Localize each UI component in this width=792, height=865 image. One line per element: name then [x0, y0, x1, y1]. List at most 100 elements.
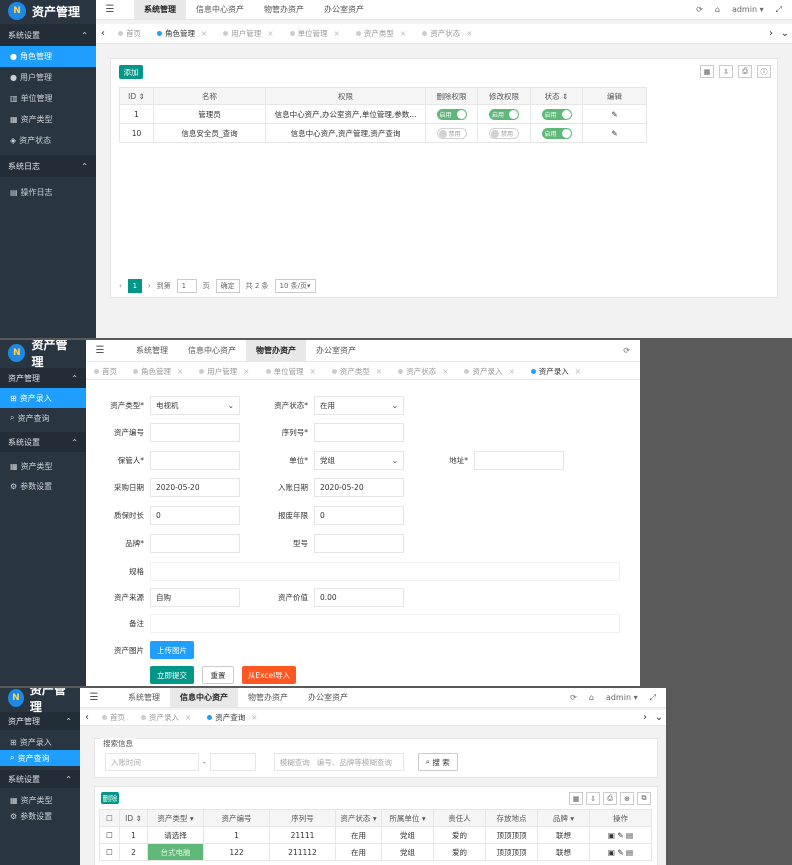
modify-permission-toggle[interactable]: 禁用 — [489, 127, 519, 139]
close-icon[interactable]: × — [267, 29, 273, 38]
sidebar-item-asset-entry[interactable]: ⊞ 资产录入 — [0, 734, 80, 750]
columns-icon[interactable]: ▦ — [700, 65, 714, 78]
asset-type-cell[interactable]: 请选择 — [147, 826, 204, 844]
chevron-left-icon[interactable]: ‹ — [80, 712, 94, 723]
close-icon[interactable]: × — [442, 367, 448, 376]
page-tab-unit[interactable]: 单位管理 × — [258, 366, 324, 377]
sidebar-group-system-settings[interactable]: 系统设置 ⌃ — [0, 432, 86, 452]
chevron-down-icon[interactable]: ⌄ — [652, 712, 666, 723]
home-icon[interactable]: ⌂ — [589, 693, 594, 702]
brand-input[interactable] — [150, 534, 240, 553]
chevron-down-icon[interactable]: ⌄ — [778, 28, 792, 39]
row-checkbox[interactable]: ☐ — [99, 826, 120, 844]
header-tab-system[interactable]: 系统管理 — [134, 0, 186, 19]
user-menu[interactable]: admin ▾ — [732, 5, 764, 14]
page-size-select[interactable]: 10 条/页 ▾ — [274, 279, 316, 293]
excel-import-button[interactable]: 从Excel导入 — [242, 666, 296, 684]
header-tab-info-center[interactable]: 信息中心资产 — [186, 0, 254, 19]
pencil-icon[interactable]: ✎ — [582, 104, 647, 124]
close-icon[interactable]: × — [201, 29, 207, 38]
asset-type-cell[interactable]: 台式电脑 — [147, 843, 204, 861]
header-tab-property[interactable]: 物管办资产 — [254, 0, 314, 19]
upload-image-button[interactable]: 上传图片 — [150, 641, 194, 659]
export-icon[interactable]: ⇩ — [719, 65, 733, 78]
sidebar-item-asset-status[interactable]: ◈ 资产状态 — [0, 130, 96, 151]
page-number[interactable]: 1 — [127, 279, 142, 293]
status-toggle[interactable]: 启用 — [541, 108, 572, 120]
sidebar-item-asset-query[interactable]: ⌕ 资产查询 — [0, 408, 86, 428]
close-icon[interactable]: × — [310, 367, 316, 376]
export-icon[interactable]: ⇩ — [586, 792, 600, 805]
sidebar-item-asset-type[interactable]: ▦ 资产类型 — [0, 456, 86, 476]
page-tab-asset-type[interactable]: 资产类型 × — [348, 28, 414, 39]
chevron-right-icon[interactable]: › — [764, 28, 778, 39]
page-tab-user[interactable]: 用户管理 × — [215, 28, 281, 39]
sidebar-item-asset-type[interactable]: ▦ 资产类型 — [0, 109, 96, 130]
page-tab-asset-type[interactable]: 资产类型 × — [324, 366, 390, 377]
info-icon[interactable]: ⓘ — [757, 65, 771, 78]
col-brand[interactable]: 品牌 ▾ — [537, 809, 590, 827]
remark-input[interactable] — [150, 614, 620, 633]
page-tab-asset-entry[interactable]: 资产录入 × — [133, 712, 199, 723]
search-button[interactable]: ⌕ 搜 索 — [417, 753, 458, 771]
refresh-icon[interactable]: ⟳ — [696, 5, 703, 14]
page-tab-user[interactable]: 用户管理 × — [191, 366, 257, 377]
asset-type-select[interactable]: 电视机 ⌄ — [150, 396, 240, 415]
close-icon[interactable]: × — [243, 367, 249, 376]
reset-button[interactable]: 重置 — [202, 666, 234, 684]
confirm-page-button[interactable]: 确定 — [215, 279, 240, 293]
modify-permission-toggle[interactable]: 启用 — [489, 108, 519, 120]
pencil-icon[interactable]: ✎ — [617, 831, 623, 840]
hamburger-icon[interactable]: ☰ — [80, 692, 108, 703]
delete-button[interactable]: 删除 — [101, 792, 119, 804]
page-input[interactable]: 1 — [176, 279, 197, 293]
sidebar-item-role-management[interactable]: ● 角色管理 — [0, 46, 96, 67]
print-icon[interactable]: ⎙ — [738, 65, 752, 78]
columns-icon[interactable]: ▦ — [569, 792, 583, 805]
header-tab-property[interactable]: 物管办资产 — [246, 340, 306, 361]
page-tab-unit[interactable]: 单位管理 × — [282, 28, 348, 39]
col-asset-type[interactable]: 资产类型 ▾ — [147, 809, 204, 827]
close-icon[interactable]: × — [251, 713, 257, 722]
keeper-input[interactable] — [150, 451, 240, 470]
header-tab-property[interactable]: 物管办资产 — [238, 688, 298, 707]
col-status[interactable]: 状态 ⇕ — [530, 87, 583, 105]
col-id[interactable]: ID ⇕ — [119, 87, 154, 105]
next-page-icon[interactable]: › — [148, 282, 151, 290]
status-toggle[interactable]: 启用 — [541, 127, 572, 139]
image-icon[interactable]: ▣ — [608, 848, 615, 857]
close-icon[interactable]: × — [400, 29, 406, 38]
header-tab-office[interactable]: 办公室资产 — [306, 340, 366, 361]
page-tab-home[interactable]: 首页 — [94, 712, 133, 723]
sidebar-item-params[interactable]: ⚙ 参数设置 — [0, 808, 80, 824]
page-tab-asset-status[interactable]: 资产状态 × — [414, 28, 480, 39]
page-tab-home[interactable]: 首页 — [86, 366, 125, 377]
page-tab-asset-status[interactable]: 资产状态 × — [390, 366, 456, 377]
row-checkbox[interactable]: ☐ — [99, 843, 120, 861]
add-button[interactable]: 添加 — [119, 65, 143, 79]
hamburger-icon[interactable]: ☰ — [96, 4, 124, 15]
header-tab-info-center[interactable]: 信息中心资产 — [178, 340, 246, 361]
print-icon[interactable]: ⎙ — [603, 792, 617, 805]
delete-permission-toggle[interactable]: 启用 — [436, 108, 467, 120]
page-tab-role[interactable]: 角色管理 × — [149, 28, 215, 39]
prev-page-icon[interactable]: ‹ — [119, 282, 122, 290]
address-input[interactable] — [474, 451, 564, 470]
refresh-icon[interactable]: ⟳ — [623, 346, 630, 355]
close-icon[interactable]: × — [177, 367, 183, 376]
sidebar-item-asset-entry[interactable]: ⊞ 资产录入 — [0, 388, 86, 408]
sidebar-item-asset-query[interactable]: ⌕ 资产查询 — [0, 750, 80, 766]
asset-code-input[interactable] — [150, 423, 240, 442]
add-icon[interactable]: ⊕ — [620, 792, 634, 805]
sidebar-group-asset-management[interactable]: 资产管理 ⌃ — [0, 368, 86, 388]
close-icon[interactable]: × — [334, 29, 340, 38]
asset-value-input[interactable]: 0.00 — [314, 588, 404, 607]
detail-icon[interactable]: ▤ — [626, 831, 633, 840]
sidebar-item-asset-type[interactable]: ▦ 资产类型 — [0, 792, 80, 808]
asset-status-select[interactable]: 在用 ⌄ — [314, 396, 404, 415]
col-id[interactable]: ID ⇕ — [119, 809, 148, 827]
purchase-date-input[interactable]: 2020-05-20 — [150, 478, 240, 497]
page-tab-home[interactable]: 首页 — [110, 28, 149, 39]
fuzzy-search-input[interactable]: 模糊查询 编号、品牌等模糊查询 — [273, 753, 404, 771]
sidebar-item-operation-log[interactable]: ▤ 操作日志 — [0, 181, 96, 203]
